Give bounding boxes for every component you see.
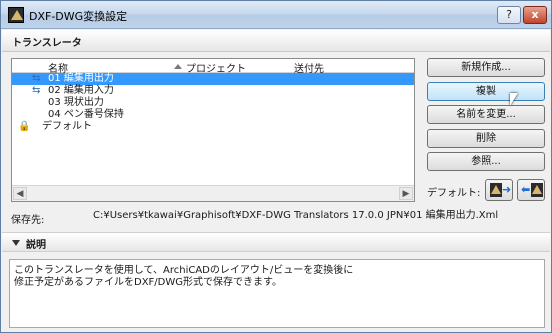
mouse-pointer-icon xyxy=(510,93,518,106)
sort-ascending-icon xyxy=(174,64,182,69)
list-item[interactable]: 🔒 デフォルト xyxy=(12,121,414,133)
collapse-triangle-icon[interactable] xyxy=(12,240,20,246)
dxf-dwg-settings-dialog: DXF-DWG変換設定 ? x トランスレータ 名称 プロジェクト 送付先 ⇆ … xyxy=(0,0,552,333)
import-default-button[interactable]: ⬅ xyxy=(517,179,545,201)
arrow-left-icon: ⬅ xyxy=(521,183,531,196)
save-location-label: 保存先: xyxy=(11,215,45,226)
list-item[interactable]: ⇆ 01 編集用出力 xyxy=(12,73,414,85)
list-item[interactable]: ⇆ 02 編集用入力 xyxy=(12,85,414,97)
lock-icon: 🔒 xyxy=(18,121,31,132)
close-button[interactable]: x xyxy=(523,6,547,24)
description-line: 修正予定があるファイルをDXF/DWG形式で保存できます。 xyxy=(14,277,283,288)
list-item-label: 03 現状出力 xyxy=(48,97,104,108)
browse-button[interactable]: 参照... xyxy=(427,152,545,171)
delete-button[interactable]: 削除 xyxy=(427,129,545,148)
archicad-icon xyxy=(490,183,502,197)
list-item-label: デフォルト xyxy=(42,121,92,132)
description-section-header[interactable]: 説明 xyxy=(2,232,550,252)
list-item-label: 01 編集用出力 xyxy=(48,73,114,84)
window-title: DXF-DWG変換設定 xyxy=(29,10,128,23)
default-label: デフォルト: xyxy=(427,188,481,199)
export-default-button[interactable]: ➜ xyxy=(485,179,513,201)
list-item[interactable]: 03 現状出力 xyxy=(12,97,414,109)
translator-list[interactable]: 名称 プロジェクト 送付先 ⇆ 01 編集用出力 ⇆ 02 編集用入力 03 現… xyxy=(11,58,415,202)
scroll-right-icon[interactable]: ▶ xyxy=(399,187,413,200)
list-item[interactable]: 04 ペン番号保持 xyxy=(12,109,414,121)
arrow-right-icon: ➜ xyxy=(502,183,512,196)
list-item-label: 04 ペン番号保持 xyxy=(48,109,124,120)
archicad-icon xyxy=(8,7,24,23)
export-arrows-icon: ⇆ xyxy=(32,73,41,84)
rename-button[interactable]: 名前を変更... xyxy=(427,105,545,124)
duplicate-button[interactable]: 複製 xyxy=(427,82,545,101)
import-arrows-icon: ⇆ xyxy=(32,85,41,96)
description-text: このトランスレータを使用して、ArchiCADのレイアウト/ビューを変換後に 修… xyxy=(9,259,545,328)
description-title: 説明 xyxy=(26,240,46,251)
description-line: このトランスレータを使用して、ArchiCADのレイアウト/ビューを変換後に xyxy=(14,265,354,276)
translator-section-header: トランスレータ xyxy=(2,30,550,52)
save-location-path: C:¥Users¥tkawai¥Graphisoft¥DXF-DWG Trans… xyxy=(93,210,499,221)
horizontal-scrollbar[interactable]: ◀ ▶ xyxy=(12,185,414,201)
archicad-icon xyxy=(531,183,543,197)
title-bar[interactable]: DXF-DWG変換設定 ? x xyxy=(1,1,551,29)
help-button[interactable]: ? xyxy=(497,6,521,24)
list-header: 名称 プロジェクト 送付先 xyxy=(12,59,414,75)
translator-section-title: トランスレータ xyxy=(12,38,82,49)
list-item-label: 02 編集用入力 xyxy=(48,85,114,96)
new-button[interactable]: 新規作成... xyxy=(427,58,545,77)
scroll-left-icon[interactable]: ◀ xyxy=(13,187,27,200)
